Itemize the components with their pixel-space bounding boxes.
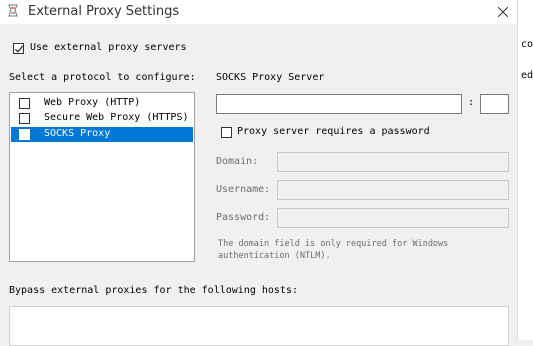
proxy-port-input[interactable] xyxy=(480,94,509,114)
protocol-item-label: Secure Web Proxy (HTTPS) xyxy=(44,112,189,123)
app-icon xyxy=(7,4,19,18)
server-heading: SOCKS Proxy Server xyxy=(216,72,325,83)
protocol-checkbox[interactable] xyxy=(19,113,30,124)
bypass-label: Bypass external proxies for the followin… xyxy=(9,285,298,296)
username-input[interactable] xyxy=(277,180,509,200)
window-title: External Proxy Settings xyxy=(28,4,180,19)
domain-note: The domain field is only required for Wi… xyxy=(218,239,449,261)
bypass-hosts-textarea[interactable] xyxy=(9,306,509,346)
protocol-checkbox[interactable] xyxy=(19,129,30,140)
requires-password-label: Proxy server requires a password xyxy=(237,126,430,137)
domain-input[interactable] xyxy=(277,152,509,172)
proxy-host-input[interactable] xyxy=(216,94,462,114)
title-bar: External Proxy Settings xyxy=(0,0,517,24)
close-icon xyxy=(498,7,508,17)
use-external-proxy-checkbox[interactable] xyxy=(13,43,24,54)
protocol-section-label: Select a protocol to configure: xyxy=(9,72,196,83)
requires-password-checkbox[interactable] xyxy=(221,127,232,138)
protocol-item-http[interactable]: Web Proxy (HTTP) xyxy=(11,96,193,111)
username-label: Username: xyxy=(216,184,271,195)
background-text: co xyxy=(521,39,533,50)
background-text: ed xyxy=(521,70,533,81)
close-button[interactable] xyxy=(489,0,517,24)
protocol-item-label: Web Proxy (HTTP) xyxy=(44,97,141,108)
port-separator: : xyxy=(468,97,475,108)
background-window: co ed xyxy=(517,0,533,340)
protocol-list[interactable]: Web Proxy (HTTP) Secure Web Proxy (HTTPS… xyxy=(9,92,195,262)
protocol-checkbox[interactable] xyxy=(19,98,30,109)
password-label: Password: xyxy=(216,212,271,223)
protocol-item-socks[interactable]: SOCKS Proxy xyxy=(11,127,193,142)
protocol-item-label: SOCKS Proxy xyxy=(44,128,111,139)
protocol-item-https[interactable]: Secure Web Proxy (HTTPS) xyxy=(11,111,193,126)
use-external-proxy-label: Use external proxy servers xyxy=(30,42,187,53)
password-input[interactable] xyxy=(277,208,509,228)
domain-label: Domain: xyxy=(216,156,259,167)
